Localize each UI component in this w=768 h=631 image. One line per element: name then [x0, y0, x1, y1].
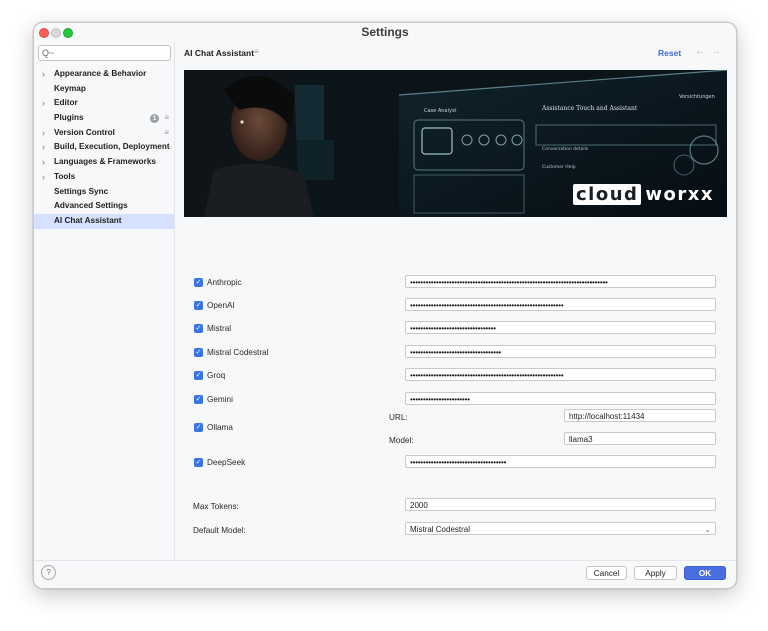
sidebar-item[interactable]: Plugins 1 ≡: [34, 111, 174, 126]
provider-label: Gemini: [207, 395, 233, 404]
banner-text-2: Assistance Touch and Assistant: [541, 105, 638, 112]
ok-button[interactable]: OK: [684, 566, 726, 580]
provider-checkbox[interactable]: ✓: [194, 395, 203, 404]
chevron-right-icon[interactable]: ›: [42, 140, 45, 155]
settings-nav: › Appearance & Behavior Keymap › Editor Plugi…: [34, 67, 174, 229]
sidebar-item-label: Plugins: [54, 113, 84, 123]
arrow-right-icon[interactable]: →: [711, 46, 721, 57]
sidebar-item-label: Build, Execution, Deployment: [54, 142, 170, 152]
sidebar-item-label: AI Chat Assistant: [54, 215, 122, 225]
provider-checkbox[interactable]: ✓: [194, 278, 203, 287]
cancel-button[interactable]: Cancel: [586, 566, 627, 580]
chevron-right-icon[interactable]: ›: [42, 67, 45, 82]
page-title: AI Chat Assistant: [184, 48, 255, 58]
sidebar: Q~ › Appearance & Behavior Keymap › Editor Pl…: [34, 41, 175, 561]
deepseek-key-field[interactable]: •••••••••••••••••••••••••••••••••••••: [405, 455, 716, 468]
menu-icon: ≡: [164, 113, 169, 123]
sidebar-item[interactable]: › Languages & Frameworks: [34, 155, 174, 170]
help-button[interactable]: ?: [41, 565, 56, 580]
ollama-label: Ollama: [207, 423, 233, 432]
chevron-right-icon[interactable]: ›: [42, 96, 45, 111]
ollama-model-field[interactable]: llama3: [564, 432, 716, 445]
sidebar-item-label: Appearance & Behavior: [54, 69, 147, 78]
max-tokens-field[interactable]: 2000: [405, 498, 716, 511]
reset-link[interactable]: Reset: [658, 48, 681, 58]
window-title: Settings: [361, 25, 409, 39]
search-input[interactable]: Q~: [38, 45, 171, 61]
deepseek-checkbox[interactable]: ✓: [194, 458, 203, 467]
apply-button[interactable]: Apply: [634, 566, 677, 580]
banner-text-4: Customer Help: [542, 164, 576, 170]
cloudworxx-logo: cloud worxx: [573, 184, 714, 205]
settings-window: Settings Q~ › Appearance & Behavior Keymap…: [33, 22, 737, 589]
provider-checkbox[interactable]: ✓: [194, 348, 203, 357]
sidebar-item[interactable]: › Tools: [34, 170, 174, 185]
chevron-right-icon[interactable]: ›: [42, 126, 45, 141]
sidebar-item[interactable]: Settings Sync: [34, 185, 174, 200]
banner-text-1: Case Analyst: [424, 108, 456, 114]
update-badge: 1: [150, 114, 159, 124]
api-key-field[interactable]: •••••••••••••••••••••••••••••••••: [405, 321, 716, 334]
api-key-field[interactable]: ••••••••••••••••••••••••••••••••••••••••…: [405, 275, 716, 288]
sidebar-item-label: Advanced Settings: [54, 201, 128, 211]
provider-checkbox[interactable]: ✓: [194, 371, 203, 380]
banner-text-3: Conversation details: [542, 146, 589, 152]
sidebar-item[interactable]: › Editor: [34, 96, 174, 111]
sidebar-item[interactable]: Advanced Settings: [34, 199, 174, 214]
ollama-url-label: URL:: [389, 413, 408, 422]
provider-label: Mistral Codestral: [207, 348, 269, 357]
chevron-right-icon[interactable]: ›: [42, 170, 45, 185]
ollama-checkbox[interactable]: ✓: [194, 423, 203, 432]
dialog-footer: ? Cancel Apply OK: [34, 560, 736, 588]
provider-label: Groq: [207, 371, 226, 380]
menu-icon: ≡: [164, 127, 169, 137]
api-key-field[interactable]: •••••••••••••••••••••••••••••••••••: [405, 345, 716, 358]
chevron-down-icon: ⌄: [704, 525, 711, 534]
provider-checkbox[interactable]: ✓: [194, 324, 203, 333]
sidebar-item-label: Editor: [54, 98, 78, 108]
search-icon: Q~: [42, 48, 55, 58]
main-panel: AI Chat Assistant ≡ Reset ← → Case Analy…: [175, 41, 736, 561]
arrow-left-icon[interactable]: ←: [695, 46, 705, 57]
sidebar-item-label: Keymap: [54, 83, 86, 93]
ollama-url-field[interactable]: http://localhost:11434: [564, 409, 716, 422]
sidebar-item-label: Settings Sync: [54, 186, 109, 196]
sidebar-item-label: Tools: [54, 171, 76, 181]
sidebar-item[interactable]: AI Chat Assistant: [34, 213, 174, 229]
max-tokens-label: Max Tokens:: [193, 502, 239, 511]
sidebar-item-label: Languages & Frameworks: [54, 157, 156, 167]
default-model-value: Mistral Codestral: [410, 525, 471, 534]
api-key-field[interactable]: ••••••••••••••••••••••••••••••••••••••••…: [405, 298, 716, 311]
sidebar-item[interactable]: Keymap: [34, 82, 174, 97]
api-key-field[interactable]: •••••••••••••••••••••••: [405, 392, 716, 405]
sidebar-item[interactable]: › Appearance & Behavior: [34, 67, 174, 82]
sidebar-item[interactable]: › Build, Execution, Deployment: [34, 140, 174, 155]
provider-label: Mistral: [207, 324, 232, 333]
sidebar-item[interactable]: › Version Control ≡: [34, 126, 174, 141]
menu-icon[interactable]: ≡: [254, 47, 259, 56]
sidebar-item-label: Version Control: [54, 127, 115, 137]
default-model-select[interactable]: Mistral Codestral ⌄: [405, 522, 716, 535]
provider-checkbox[interactable]: ✓: [194, 301, 203, 310]
banner-text-5: Vorsichtungen: [679, 94, 715, 100]
deepseek-label: DeepSeek: [207, 458, 246, 467]
default-model-label: Default Model:: [193, 526, 246, 535]
chevron-right-icon[interactable]: ›: [42, 155, 45, 170]
api-key-field[interactable]: ••••••••••••••••••••••••••••••••••••••••…: [405, 368, 716, 381]
banner-image: Case Analyst Assistance Touch and Assist…: [184, 70, 727, 217]
provider-label: OpenAI: [207, 301, 235, 310]
provider-label: Anthropic: [207, 278, 242, 287]
ollama-model-label: Model:: [389, 436, 414, 445]
